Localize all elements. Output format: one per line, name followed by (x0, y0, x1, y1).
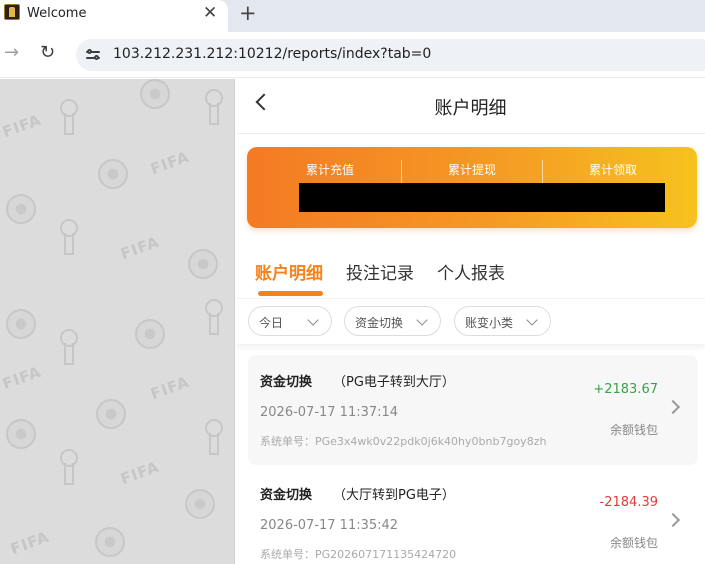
trophy-icon (60, 449, 78, 485)
redacted-amounts (299, 183, 665, 212)
chevron-down-icon (416, 314, 428, 326)
record-type: 资金切换 (260, 488, 313, 503)
soccer-ball-icon (6, 419, 36, 449)
fifa-logo-icon: FIFA (118, 457, 162, 489)
total-recharge-label: 累计充值 (305, 163, 354, 177)
new-tab-icon[interactable]: + (239, 1, 257, 25)
report-tabs: 账户明细 投注记录 个人报表 (236, 249, 705, 299)
record-order-id: 系统单号：PG202607171135424720 (260, 548, 457, 561)
type-filter-dropdown[interactable]: 资金切换 (344, 306, 441, 336)
trophy-icon (205, 419, 223, 455)
browser-window: Welcome ✕ + → ↻ 103.212.231.212:10212/re… (0, 0, 705, 564)
tab-personal-report[interactable]: 个人报表 (437, 259, 505, 284)
address-bar: → ↻ 103.212.231.212:10212/reports/index?… (0, 32, 705, 78)
record-detail: （PG电子转到大厅） (333, 375, 455, 390)
url-text[interactable]: 103.212.231.212:10212/reports/index?tab=… (113, 46, 431, 62)
filter-bar: 今日 资金切换 账变小类 (236, 298, 705, 344)
fifa-logo-icon: FIFA (148, 372, 192, 404)
soccer-ball-icon (98, 159, 128, 189)
soccer-ball-icon (188, 249, 218, 279)
tab-account-details[interactable]: 账户明细 (255, 259, 323, 284)
app-panel: 账户明细 累计充值 累计提现 累计领取 账户明细 投注记录 个人报表 今日 资金… (236, 79, 705, 564)
browser-tab[interactable]: Welcome ✕ (0, 0, 228, 32)
record-card[interactable]: 资金切换 （大厅转到PG电子） 2026-07-17 11:35:42 系统单号… (248, 468, 698, 564)
top-nav: 账户明细 (236, 79, 705, 134)
soccer-ball-icon (95, 527, 125, 557)
close-tab-icon[interactable]: ✕ (203, 3, 217, 23)
record-wallet: 余额钱包 (609, 536, 658, 550)
record-time: 2026-07-17 11:35:42 (260, 518, 399, 533)
tab-bet-records[interactable]: 投注记录 (346, 259, 414, 284)
soccer-ball-icon (6, 309, 36, 339)
record-amount: -2184.39 (599, 495, 658, 510)
page-title: 账户明细 (434, 98, 507, 119)
subtype-filter-dropdown[interactable]: 账变小类 (454, 306, 551, 336)
site-settings-icon[interactable] (86, 47, 102, 63)
record-wallet: 余额钱包 (609, 423, 658, 437)
subtype-filter-label: 账变小类 (465, 316, 514, 330)
omnibox[interactable]: 103.212.231.212:10212/reports/index?tab=… (76, 39, 705, 71)
trophy-icon (60, 219, 78, 255)
record-time: 2026-07-17 11:37:14 (260, 405, 399, 420)
record-type: 资金切换 (260, 375, 313, 390)
reload-icon[interactable]: ↻ (40, 43, 55, 63)
fifa-logo-icon: FIFA (0, 362, 44, 394)
trophy-icon (60, 99, 78, 135)
type-filter-label: 资金切换 (355, 316, 404, 330)
chevron-right-icon (665, 512, 681, 528)
active-tab-indicator (258, 291, 323, 296)
total-withdraw-label: 累计提现 (447, 163, 496, 177)
fifa-logo-icon: FIFA (0, 110, 44, 142)
summary-card: 累计充值 累计提现 累计领取 (247, 147, 697, 228)
tab-strip: Welcome ✕ + (0, 0, 705, 32)
record-amount: +2183.67 (593, 382, 658, 397)
chevron-down-icon (307, 314, 319, 326)
soccer-ball-icon (96, 399, 126, 429)
fifa-logo-icon: FIFA (148, 147, 192, 179)
record-card[interactable]: 资金切换 （PG电子转到大厅） 2026-07-17 11:37:14 系统单号… (248, 355, 698, 465)
trophy-icon (205, 299, 223, 335)
total-claim-label: 累计领取 (588, 163, 637, 177)
record-order-id: 系统单号：PGe3x4wk0v22pdk0j6k40hy0bnb7goy8zh (260, 435, 547, 448)
fifa-logo-icon: FIFA (8, 527, 52, 559)
trophy-icon (205, 89, 223, 125)
soccer-ball-icon (140, 79, 170, 109)
background-pattern: FIFA FIFA FIFA FIFA FIFA FIFA FIFA (0, 79, 235, 564)
soccer-ball-icon (135, 319, 165, 349)
tab-title: Welcome (27, 6, 87, 21)
fifa-logo-icon: FIFA (118, 232, 162, 264)
date-filter-dropdown[interactable]: 今日 (248, 306, 332, 336)
chevron-right-icon (665, 399, 681, 415)
chevron-down-icon (526, 314, 538, 326)
site-favicon-icon (4, 4, 20, 20)
record-detail: （大厅转到PG电子） (333, 488, 455, 503)
soccer-ball-icon (6, 194, 36, 224)
soccer-ball-icon (185, 489, 215, 519)
trophy-icon (60, 329, 78, 365)
date-filter-label: 今日 (259, 316, 284, 330)
forward-arrow-icon[interactable]: → (4, 44, 19, 62)
